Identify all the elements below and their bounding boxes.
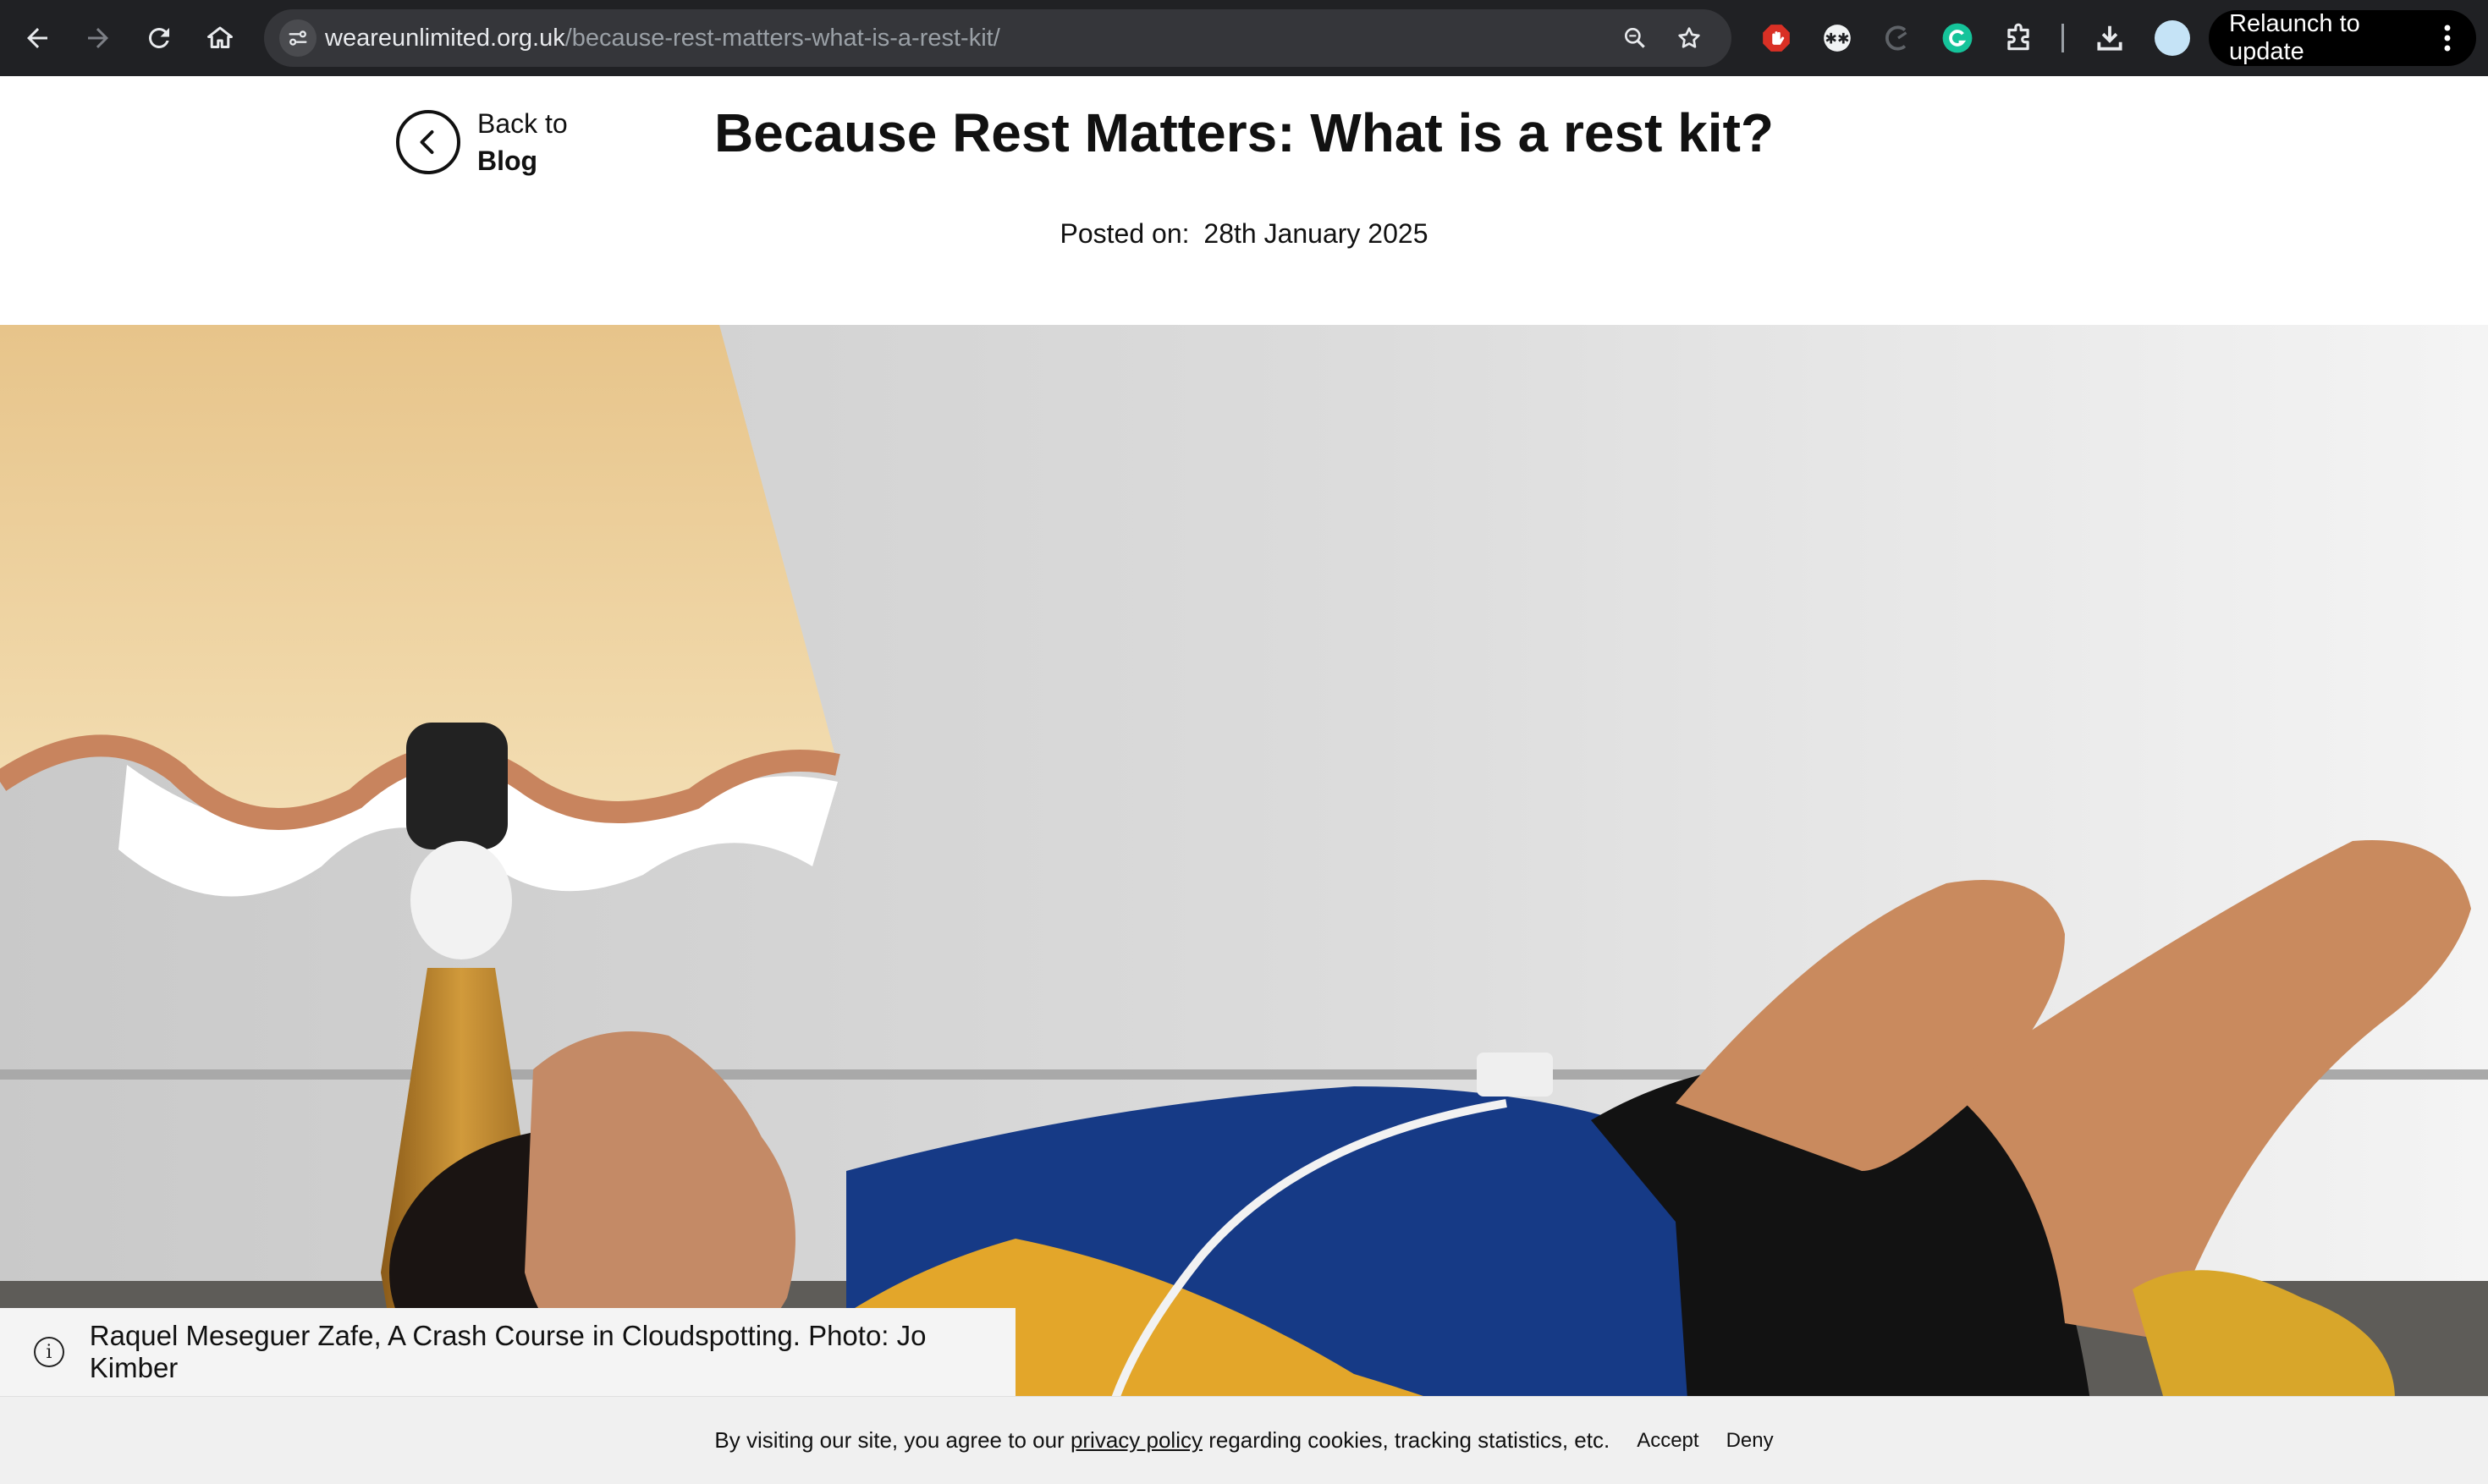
toolbar-separator — [2061, 24, 2064, 52]
cookie-banner: By visiting our site, you agree to our p… — [0, 1396, 2488, 1484]
download-icon[interactable] — [2092, 20, 2127, 56]
page-title: Because Rest Matters: What is a rest kit… — [714, 102, 1774, 163]
info-icon[interactable]: i — [34, 1337, 64, 1367]
photo-caption: i Raquel Meseguer Zafe, A Crash Course i… — [0, 1308, 1016, 1396]
extension-icon[interactable]: ✱✱ — [1819, 20, 1855, 56]
cookie-text-before: By visiting our site, you agree to our — [714, 1427, 1071, 1453]
browser-toolbar: weareunlimited.org.uk/because-rest-matte… — [0, 0, 2488, 76]
home-icon — [207, 26, 233, 48]
caption-text: Raquel Meseguer Zafe, A Crash Course in … — [89, 1320, 927, 1383]
puzzle-extensions-icon[interactable] — [2001, 20, 2036, 56]
profile-avatar[interactable] — [2155, 20, 2190, 56]
privacy-policy-link[interactable]: privacy policy — [1071, 1427, 1203, 1453]
adblock-extension-icon[interactable] — [1759, 20, 1794, 56]
bookmark-star-icon[interactable] — [1671, 19, 1708, 57]
cookie-deny-button[interactable]: Deny — [1726, 1429, 1774, 1453]
zoom-icon[interactable] — [1616, 19, 1654, 57]
svg-text:✱✱: ✱✱ — [1825, 30, 1849, 47]
relaunch-label: Relaunch to update — [2229, 10, 2360, 65]
cookie-text-after: regarding cookies, tracking statistics, … — [1203, 1427, 1610, 1453]
forward-icon — [88, 28, 108, 48]
url-path: /because-rest-matters-what-is-a-rest-kit… — [564, 25, 1000, 52]
url-text[interactable]: weareunlimited.org.uk/because-rest-matte… — [325, 9, 1000, 67]
site-info-icon[interactable] — [279, 19, 317, 57]
relaunch-button[interactable]: Relaunch to update — [2209, 10, 2476, 66]
page-content: Back to Blog Because Rest Matters: What … — [0, 76, 2488, 1484]
extension-icon-2[interactable] — [1880, 20, 1916, 56]
forward-button[interactable] — [73, 13, 124, 63]
back-button[interactable] — [12, 13, 63, 63]
cookie-accept-button[interactable]: Accept — [1637, 1429, 1698, 1453]
home-button[interactable] — [195, 13, 245, 63]
url-domain: weareunlimited.org.uk — [325, 25, 565, 52]
reload-icon — [149, 28, 169, 48]
posted-date-line: Posted on: 28th January 2025 — [0, 218, 2488, 250]
posted-label: Posted on: — [1060, 218, 1190, 249]
back-icon — [27, 28, 47, 48]
cookie-text: By visiting our site, you agree to our p… — [714, 1427, 1610, 1454]
address-bar[interactable]: weareunlimited.org.uk/because-rest-matte… — [264, 9, 1731, 67]
hero-photo — [0, 325, 2488, 1476]
reload-button[interactable] — [134, 13, 184, 63]
menu-dots-icon[interactable] — [2430, 21, 2464, 55]
grammarly-icon[interactable] — [1940, 20, 1975, 56]
posted-date: 28th January 2025 — [1203, 218, 1428, 249]
